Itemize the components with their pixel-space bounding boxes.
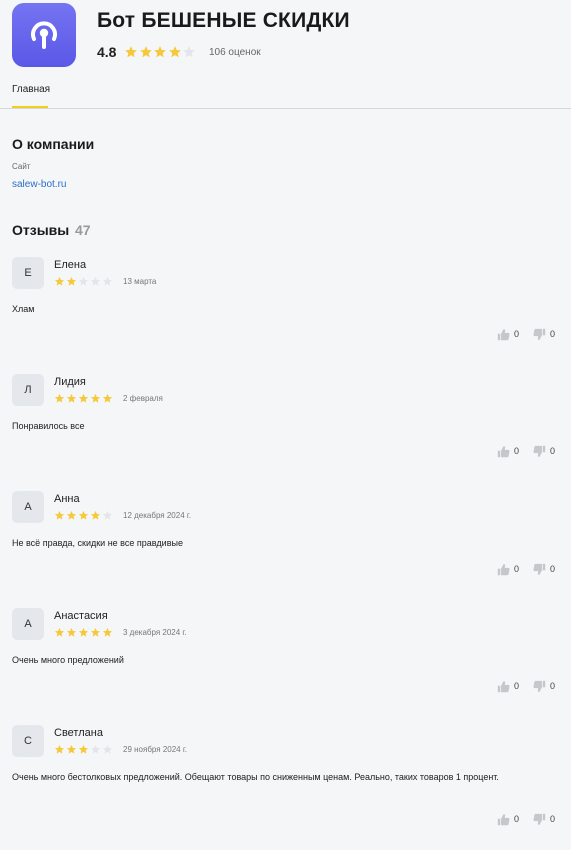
star-filled-icon [90,393,101,404]
dislikes-count: 0 [549,446,555,456]
thumbs-up-icon[interactable] [497,445,510,458]
star-empty-icon [102,276,113,287]
star-filled-icon [66,627,77,638]
star-empty-icon [78,276,89,287]
tab-bar: Главная [0,76,571,109]
thumbs-up-icon[interactable] [497,563,510,576]
rating-value: 4.8 [97,44,117,60]
star-filled-icon [54,510,65,521]
avatar: Л [12,374,44,406]
star-empty-icon [102,744,113,755]
avatar: Е [12,257,44,289]
review-text: Очень много бестолковых предложений. Обе… [12,772,499,782]
review-votes: 0 0 [497,562,555,576]
likes-count: 0 [513,329,519,339]
avatar: А [12,491,44,523]
page-title: Бот БЕШЕНЫЕ СКИДКИ [97,9,350,32]
review-stars [54,744,114,755]
dislikes-count: 0 [549,681,555,691]
star-filled-icon [78,744,89,755]
star-filled-icon [54,393,65,404]
star-empty-icon [90,744,101,755]
star-filled-icon [66,744,77,755]
likes-count: 0 [513,564,519,574]
thumbs-down-icon[interactable] [533,445,546,458]
review-votes: 0 0 [497,444,555,458]
star-filled-icon [54,276,65,287]
reviewer-name: Светлана [54,727,103,739]
reviews-section-title: Отзывы [12,222,70,238]
about-section-title: О компании [12,136,95,152]
star-filled-icon [102,393,113,404]
star-filled-icon [78,510,89,521]
reviews-count: 47 [75,222,91,238]
star-filled-icon [54,627,65,638]
dislikes-count: 0 [549,329,555,339]
review-text: Не всё правда, скидки не все правдивые [12,538,183,548]
reviewer-name: Елена [54,259,87,271]
dislikes-count: 0 [549,564,555,574]
review-date: 3 декабря 2024 г. [123,628,187,637]
likes-count: 0 [513,814,519,824]
avatar: А [12,608,44,640]
review-date: 2 февраля [123,394,163,403]
reviewer-name: Лидия [54,376,86,388]
star-filled-icon [153,45,167,59]
star-filled-icon [124,45,138,59]
review-stars [54,393,114,404]
star-filled-icon [78,393,89,404]
thumbs-down-icon[interactable] [533,680,546,693]
review-votes: 0 0 [497,327,555,341]
site-link[interactable]: salew-bot.ru [12,179,66,190]
review-text: Хлам [12,304,35,314]
star-filled-icon [102,627,113,638]
app-rating: 4.8 106 оценок [97,43,261,61]
active-tab-indicator [12,106,48,108]
star-empty-icon [102,510,113,521]
likes-count: 0 [513,446,519,456]
star-filled-icon [168,45,182,59]
star-filled-icon [66,393,77,404]
reviewer-name: Анастасия [54,610,108,622]
review-stars [54,276,114,287]
review-date: 13 марта [123,277,157,286]
review-stars [54,627,114,638]
rating-stars [124,45,197,59]
review-votes: 0 0 [497,812,555,826]
broadcast-signal-icon [31,21,57,49]
rating-count[interactable]: 106 оценок [209,47,261,58]
site-label: Сайт [12,162,31,171]
tab-main[interactable]: Главная [12,84,50,95]
thumbs-up-icon[interactable] [497,813,510,826]
star-empty-icon [90,276,101,287]
thumbs-up-icon[interactable] [497,328,510,341]
review-text: Понравилось все [12,421,85,431]
star-filled-icon [90,627,101,638]
dislikes-count: 0 [549,814,555,824]
star-filled-icon [66,510,77,521]
star-filled-icon [78,627,89,638]
review-votes: 0 0 [497,679,555,693]
thumbs-down-icon[interactable] [533,328,546,341]
avatar: С [12,725,44,757]
review-stars [54,510,114,521]
app-logo [12,3,76,67]
star-filled-icon [54,744,65,755]
star-filled-icon [66,276,77,287]
review-date: 12 декабря 2024 г. [123,511,192,520]
review-text: Очень много предложений [12,655,124,665]
review-date: 29 ноября 2024 г. [123,745,187,754]
star-filled-icon [90,510,101,521]
star-empty-icon [182,45,196,59]
thumbs-up-icon[interactable] [497,680,510,693]
reviewer-name: Анна [54,493,80,505]
thumbs-down-icon[interactable] [533,813,546,826]
likes-count: 0 [513,681,519,691]
star-filled-icon [139,45,153,59]
app-header: Бот БЕШЕНЫЕ СКИДКИ 4.8 106 оценок [12,3,562,67]
thumbs-down-icon[interactable] [533,563,546,576]
